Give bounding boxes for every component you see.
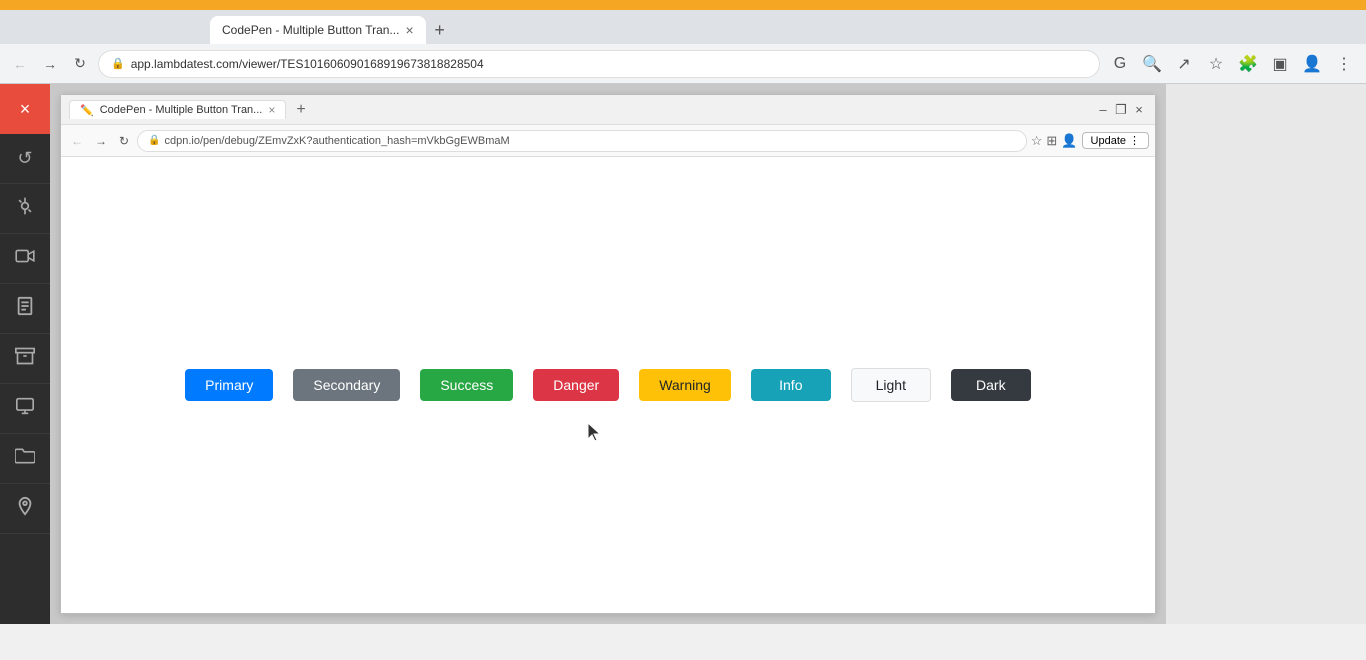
emb-reload-button[interactable]: ↻ — [115, 132, 133, 150]
browser-chrome: CodePen - Multiple Button Tran... × + ← … — [0, 10, 1366, 84]
warning-button[interactable]: Warning — [639, 369, 731, 401]
embedded-browser-area: ✏️ CodePen - Multiple Button Tran... × +… — [50, 84, 1166, 624]
reload-button[interactable]: ↻ — [68, 52, 92, 76]
pages-icon — [16, 296, 34, 321]
share-icon[interactable]: ↗ — [1170, 50, 1198, 78]
bug-icon — [15, 196, 35, 221]
emb-star-icon[interactable]: ☆ — [1031, 133, 1043, 149]
embedded-window: ✏️ CodePen - Multiple Button Tran... × +… — [60, 94, 1156, 614]
address-bar[interactable]: 🔒 app.lambdatest.com/viewer/TES101606090… — [98, 50, 1100, 78]
sidebar-item-bug[interactable] — [0, 184, 50, 234]
tab-title: CodePen - Multiple Button Tran... — [222, 23, 399, 37]
browser-addressbar: ← → ↻ 🔒 app.lambdatest.com/viewer/TES101… — [0, 44, 1366, 84]
embedded-titlebar: ✏️ CodePen - Multiple Button Tran... × +… — [61, 95, 1155, 125]
folder-icon — [15, 447, 35, 470]
embedded-addressbar: ← → ↻ 🔒 cdpn.io/pen/debug/ZEmvZxK?authen… — [61, 125, 1155, 157]
sidebar-item-location[interactable] — [0, 484, 50, 534]
emb-user-icon[interactable]: 👤 — [1061, 133, 1077, 149]
buttons-row: Primary Secondary Success Danger Warning… — [185, 368, 1031, 402]
emb-address-bar[interactable]: 🔒 cdpn.io/pen/debug/ZEmvZxK?authenticati… — [137, 130, 1027, 152]
emb-address-text: cdpn.io/pen/debug/ZEmvZxK?authentication… — [165, 135, 510, 147]
update-chevron-icon: ⋮ — [1129, 134, 1140, 147]
extensions-icon[interactable]: 🧩 — [1234, 50, 1262, 78]
dark-button[interactable]: Dark — [951, 369, 1031, 401]
sidebar-item-box[interactable] — [0, 334, 50, 384]
browser-tabs: CodePen - Multiple Button Tran... × + — [0, 10, 1366, 44]
video-icon — [15, 248, 35, 269]
sidebar-item-back[interactable]: ↺ — [0, 134, 50, 184]
browser-tab-active[interactable]: CodePen - Multiple Button Tran... × — [210, 16, 426, 44]
right-panel — [1166, 84, 1366, 624]
top-bar — [0, 0, 1366, 10]
primary-button[interactable]: Primary — [185, 369, 273, 401]
google-icon[interactable]: G — [1106, 50, 1134, 78]
embedded-tab-favicon: ✏️ — [80, 104, 94, 117]
secondary-button[interactable]: Secondary — [293, 369, 400, 401]
embedded-window-controls: – ❐ × — [1095, 102, 1147, 118]
emb-forward-button[interactable]: → — [91, 132, 111, 150]
tab-close-icon[interactable]: × — [405, 22, 413, 38]
close-icon: × — [20, 99, 31, 120]
sidebar-item-pages[interactable] — [0, 284, 50, 334]
embedded-new-tab-button[interactable]: + — [292, 101, 309, 119]
close-session-button[interactable]: × — [0, 84, 50, 134]
profile-icon[interactable]: 👤 — [1298, 50, 1326, 78]
minimize-button[interactable]: – — [1095, 102, 1111, 118]
emb-actions: ☆ ⊞ 👤 Update ⋮ — [1031, 132, 1149, 149]
box-icon — [15, 346, 35, 371]
sidebar-item-monitor[interactable] — [0, 384, 50, 434]
new-tab-button[interactable]: + — [426, 16, 454, 44]
window-close-button[interactable]: × — [1131, 102, 1147, 118]
embedded-tab-title: CodePen - Multiple Button Tran... — [100, 104, 263, 116]
embedded-tab-active[interactable]: ✏️ CodePen - Multiple Button Tran... × — [69, 100, 286, 119]
lt-sidebar: × ↺ — [0, 84, 50, 624]
danger-button[interactable]: Danger — [533, 369, 619, 401]
sidebar-toggle-icon[interactable]: ▣ — [1266, 50, 1294, 78]
emb-update-button[interactable]: Update ⋮ — [1082, 132, 1149, 149]
search-icon[interactable]: 🔍 — [1138, 50, 1166, 78]
address-text: app.lambdatest.com/viewer/TES10160609016… — [131, 57, 484, 71]
star-icon[interactable]: ☆ — [1202, 50, 1230, 78]
menu-icon[interactable]: ⋮ — [1330, 50, 1358, 78]
emb-lock-icon: 🔒 — [148, 135, 160, 146]
info-button[interactable]: Info — [751, 369, 831, 401]
update-label: Update — [1091, 135, 1126, 147]
sidebar-item-video[interactable] — [0, 234, 50, 284]
back-icon: ↺ — [17, 148, 32, 169]
lock-icon: 🔒 — [111, 57, 125, 70]
sidebar-item-folder[interactable] — [0, 434, 50, 484]
emb-back-button[interactable]: ← — [67, 132, 87, 150]
forward-button[interactable]: → — [38, 52, 62, 76]
back-button[interactable]: ← — [8, 52, 32, 76]
outer-layout: × ↺ — [0, 84, 1366, 624]
emb-view-icon[interactable]: ⊞ — [1046, 133, 1057, 149]
location-icon — [17, 496, 33, 521]
restore-button[interactable]: ❐ — [1113, 102, 1129, 118]
monitor-icon — [15, 397, 35, 420]
embedded-content: Primary Secondary Success Danger Warning… — [61, 157, 1155, 613]
success-button[interactable]: Success — [420, 369, 513, 401]
embedded-tab-close-icon[interactable]: × — [268, 103, 275, 117]
light-button[interactable]: Light — [851, 368, 931, 402]
browser-actions: G 🔍 ↗ ☆ 🧩 ▣ 👤 ⋮ — [1106, 50, 1358, 78]
cursor-indicator — [586, 421, 606, 450]
